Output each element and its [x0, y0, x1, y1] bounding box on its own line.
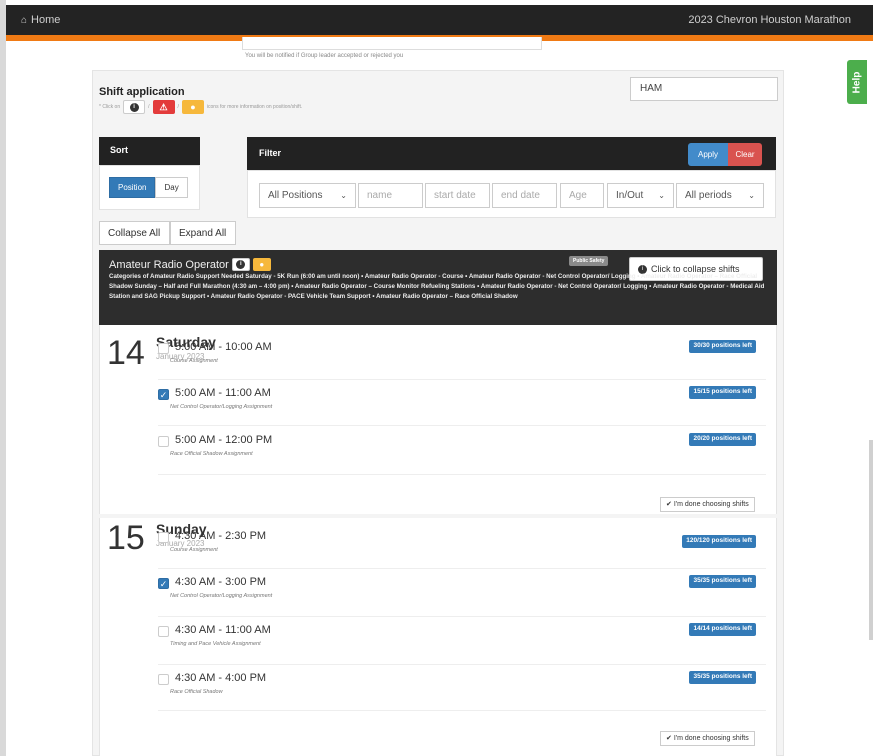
chevron-down-icon: ⌄: [658, 191, 665, 200]
periods-select[interactable]: All periods ⌄: [676, 183, 764, 208]
position-title: Amateur Radio Operator i ●: [109, 258, 271, 271]
shift-checkbox[interactable]: [158, 532, 169, 543]
note-icon[interactable]: ●: [252, 258, 271, 271]
page-title: Shift application: [99, 86, 185, 98]
sort-day-button[interactable]: Day: [155, 177, 188, 198]
position-header: Amateur Radio Operator i ● Public Safety…: [99, 250, 777, 325]
shift-row: ✓ 5:00 AM - 11:00 AM Net Control Operato…: [158, 386, 766, 426]
shift-assignment: Race Official Shadow Assignment: [170, 451, 253, 457]
shift-time: 4:30 AM - 4:00 PM: [175, 672, 267, 684]
shift-assignment: Course Assignment: [170, 358, 218, 364]
end-date-input[interactable]: end date: [492, 183, 557, 208]
shift-row: 5:00 AM - 10:00 AM Course Assignment 30/…: [158, 340, 766, 380]
shift-row: ✓ 4:30 AM - 3:00 PM Net Control Operator…: [158, 575, 766, 617]
positions-left-badge: 30/30 positions left: [689, 340, 756, 353]
window-edge: [0, 0, 6, 756]
inout-select[interactable]: In/Out ⌄: [607, 183, 674, 208]
warning-icon: ⚠: [152, 100, 175, 114]
shift-assignment: Course Assignment: [170, 547, 218, 553]
help-tab[interactable]: Help: [847, 60, 867, 104]
start-date-input[interactable]: start date: [425, 183, 490, 208]
chevron-down-icon: ⌄: [340, 191, 347, 200]
positions-left-badge: 20/20 positions left: [689, 433, 756, 446]
positions-left-badge: 35/35 positions left: [689, 575, 756, 588]
shift-assignment: Race Official Shadow: [170, 689, 223, 695]
positions-left-badge: 15/15 positions left: [689, 386, 756, 399]
info-icon: i: [123, 100, 146, 114]
shift-checkbox[interactable]: [158, 343, 169, 354]
sort-position-button[interactable]: Position: [109, 177, 156, 198]
clear-button[interactable]: Clear: [728, 143, 762, 166]
checkmark-icon: ✔: [666, 501, 672, 508]
shift-time: 5:00 AM - 10:00 AM: [175, 341, 272, 353]
day-number: 15: [107, 519, 145, 557]
group-code-input[interactable]: HAM: [630, 77, 778, 101]
age-input[interactable]: Age: [560, 183, 604, 208]
shift-time: 5:00 AM - 11:00 AM: [175, 387, 271, 399]
event-title: 2023 Chevron Houston Marathon: [688, 14, 851, 26]
previous-field: [242, 37, 542, 50]
position-description: Categories of Amateur Radio Support Need…: [109, 273, 765, 300]
sort-header: Sort: [99, 137, 200, 165]
home-icon: ⌂: [21, 14, 28, 26]
shift-time: 4:30 AM - 2:30 PM: [175, 530, 267, 542]
shift-row: 4:30 AM - 11:00 AM Timing and Pace Vehic…: [158, 623, 766, 665]
apply-button[interactable]: Apply: [688, 143, 728, 166]
collapse-all-button[interactable]: Collapse All: [99, 221, 170, 245]
shift-assignment: Net Control Operator/Logging Assignment: [170, 404, 273, 410]
expand-all-button[interactable]: Expand All: [170, 221, 236, 245]
shift-checkbox[interactable]: ✓: [158, 578, 169, 589]
shift-checkbox[interactable]: [158, 436, 169, 447]
positions-left-badge: 14/14 positions left: [689, 623, 756, 636]
info-icon[interactable]: i: [231, 258, 250, 271]
shift-row: 5:00 AM - 12:00 PM Race Official Shadow …: [158, 433, 766, 475]
positions-left-badge: 35/35 positions left: [689, 671, 756, 684]
home-link[interactable]: ⌂ Home: [21, 14, 60, 26]
shift-row: 4:30 AM - 2:30 PM Course Assignment 120/…: [158, 529, 766, 569]
shift-time: 5:00 AM - 12:00 PM: [175, 434, 273, 446]
name-input[interactable]: name: [358, 183, 423, 208]
positions-left-badge: 120/120 positions left: [682, 535, 756, 548]
shift-checkbox[interactable]: ✓: [158, 389, 169, 400]
shift-time: 4:30 AM - 3:00 PM: [175, 576, 267, 588]
shift-assignment: Net Control Operator/Logging Assignment: [170, 593, 273, 599]
sort-toggle: Position Day: [109, 177, 188, 198]
positions-select[interactable]: All Positions ⌄: [259, 183, 356, 208]
chevron-down-icon: ⌄: [748, 191, 755, 200]
shift-checkbox[interactable]: [158, 626, 169, 637]
shift-time: 4:30 AM - 11:00 AM: [175, 624, 271, 636]
shift-assignment: Timing and Pace Vehicle Assignment: [170, 641, 261, 647]
checkmark-icon: ✔: [666, 735, 672, 742]
shift-row: 4:30 AM - 4:00 PM Race Official Shadow 3…: [158, 671, 766, 711]
done-choosing-button[interactable]: ✔ I'm done choosing shifts: [660, 731, 755, 746]
scrollbar[interactable]: [869, 440, 873, 640]
top-navbar: ⌂ Home 2023 Chevron Houston Marathon: [6, 5, 873, 35]
category-badge: Public Safety: [569, 256, 609, 266]
note-icon: ●: [181, 100, 204, 114]
shift-checkbox[interactable]: [158, 674, 169, 685]
notify-hint: You will be notified if Group leader acc…: [245, 53, 404, 59]
day-number: 14: [107, 334, 145, 372]
done-choosing-button[interactable]: ✔ I'm done choosing shifts: [660, 497, 755, 512]
icon-legend: * Click on i / ⚠ / ● icons for more info…: [99, 100, 303, 114]
